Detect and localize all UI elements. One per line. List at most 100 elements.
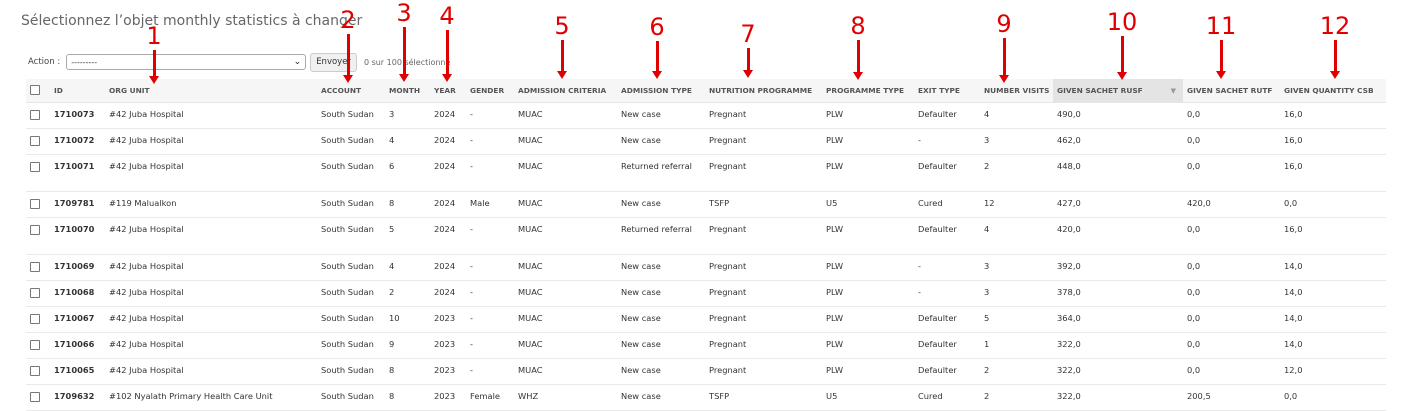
column-header-nutrition-programme[interactable]: NUTRITION PROGRAMME: [705, 79, 822, 103]
annotation-number: 10: [1106, 8, 1138, 36]
account-cell: South Sudan: [317, 358, 385, 385]
table-row: 1710072 #42 Juba Hospital South Sudan 4 2024…: [26, 128, 1386, 155]
number-visits-cell: 12: [980, 191, 1053, 218]
number-visits-cell: 1: [980, 332, 1053, 359]
column-header-year[interactable]: YEAR: [430, 79, 466, 103]
id-link[interactable]: 1710068: [50, 280, 105, 307]
id-link[interactable]: 1710070: [50, 217, 105, 255]
column-header-number-visits[interactable]: NUMBER VISITS: [980, 79, 1053, 103]
programme-type-cell: PLW: [822, 358, 914, 385]
row-checkbox[interactable]: [30, 365, 40, 376]
table-row: 1710069 #42 Juba Hospital South Sudan 4 2024…: [26, 254, 1386, 281]
given-sachet-rutf-cell: 420,0: [1183, 191, 1280, 218]
month-cell: 8: [385, 358, 430, 385]
given-quantity-csb-cell: 12,0: [1280, 358, 1386, 385]
programme-type-cell: PLW: [822, 306, 914, 333]
row-checkbox[interactable]: [30, 391, 40, 402]
table-row: 1709632 #102 Nyalath Primary Health Care …: [26, 384, 1386, 411]
column-header-account[interactable]: ACCOUNT: [317, 79, 385, 103]
admission-type-cell: New case: [617, 358, 705, 385]
id-link[interactable]: 1710065: [50, 358, 105, 385]
table-row: 1710066 #42 Juba Hospital South Sudan 9 2023…: [26, 332, 1386, 359]
action-select[interactable]: --------- ⌄: [66, 54, 307, 70]
given-quantity-csb-cell: 0,0: [1280, 191, 1386, 218]
row-checkbox[interactable]: [30, 313, 40, 324]
row-checkbox[interactable]: [30, 135, 40, 146]
column-header-org-unit[interactable]: ORG UNIT: [105, 79, 317, 103]
row-select-cell: [26, 358, 50, 385]
row-select-cell: [26, 254, 50, 281]
row-select-cell: [26, 102, 50, 129]
programme-type-cell: PLW: [822, 154, 914, 192]
table-row: 1710065 #42 Juba Hospital South Sudan 8 2023…: [26, 358, 1386, 385]
nutrition-programme-cell: Pregnant: [705, 332, 822, 359]
id-link[interactable]: 1710073: [50, 102, 105, 129]
exit-type-cell: Cured: [914, 191, 980, 218]
nutrition-programme-cell: Pregnant: [705, 254, 822, 281]
column-header-gender[interactable]: GENDER: [466, 79, 514, 103]
row-checkbox[interactable]: [30, 224, 40, 235]
select-all-checkbox[interactable]: [30, 84, 40, 95]
org-unit-cell: #119 Malualkon: [105, 191, 317, 218]
column-header-given-quantity-csb[interactable]: GIVEN QUANTITY CSB: [1280, 79, 1386, 103]
programme-type-cell: PLW: [822, 332, 914, 359]
year-cell: 2024: [430, 128, 466, 155]
column-header-exit-type[interactable]: EXIT TYPE: [914, 79, 980, 103]
row-checkbox[interactable]: [30, 287, 40, 298]
given-sachet-rutf-cell: 0,0: [1183, 306, 1280, 333]
select-all-header[interactable]: [26, 79, 50, 103]
given-sachet-rutf-cell: 0,0: [1183, 102, 1280, 129]
admission-criteria-cell: MUAC: [514, 217, 617, 255]
given-sachet-rusf-cell: 490,0: [1053, 102, 1183, 129]
month-cell: 4: [385, 254, 430, 281]
programme-type-cell: PLW: [822, 128, 914, 155]
admission-criteria-cell: MUAC: [514, 102, 617, 129]
column-header-admission-criteria[interactable]: ADMISSION CRITERIA: [514, 79, 617, 103]
given-sachet-rusf-cell: 322,0: [1053, 332, 1183, 359]
id-link[interactable]: 1710072: [50, 128, 105, 155]
go-button[interactable]: Envoyer: [310, 52, 357, 72]
row-checkbox[interactable]: [30, 261, 40, 272]
id-link[interactable]: 1709781: [50, 191, 105, 218]
id-link[interactable]: 1710066: [50, 332, 105, 359]
month-cell: 5: [385, 217, 430, 255]
nutrition-programme-cell: Pregnant: [705, 128, 822, 155]
action-select-value: ---------: [71, 57, 98, 67]
column-header-id[interactable]: ID: [50, 79, 105, 103]
header-row: ID ORG UNIT ACCOUNT MONTH YEAR GENDER AD…: [26, 79, 1386, 103]
exit-type-cell: Defaulter: [914, 306, 980, 333]
row-select-cell: [26, 154, 50, 192]
row-select-cell: [26, 128, 50, 155]
id-link[interactable]: 1709632: [50, 384, 105, 411]
annotation-number: 4: [439, 2, 455, 30]
row-checkbox[interactable]: [30, 109, 40, 120]
given-sachet-rusf-cell: 427,0: [1053, 191, 1183, 218]
gender-cell: Male: [466, 191, 514, 218]
row-checkbox[interactable]: [30, 161, 40, 172]
id-link[interactable]: 1710067: [50, 306, 105, 333]
column-header-programme-type[interactable]: PROGRAMME TYPE: [822, 79, 914, 103]
org-unit-cell: #42 Juba Hospital: [105, 280, 317, 307]
given-quantity-csb-cell: 16,0: [1280, 217, 1386, 255]
column-header-admission-type[interactable]: ADMISSION TYPE: [617, 79, 705, 103]
column-header-given-sachet-rusf[interactable]: GIVEN SACHET RUSF ▼: [1053, 79, 1183, 103]
row-select-cell: [26, 191, 50, 218]
id-link[interactable]: 1710071: [50, 154, 105, 192]
annotation-number: 8: [850, 12, 866, 40]
admission-criteria-cell: MUAC: [514, 358, 617, 385]
id-link[interactable]: 1710069: [50, 254, 105, 281]
row-checkbox[interactable]: [30, 339, 40, 350]
org-unit-cell: #102 Nyalath Primary Health Care Unit: [105, 384, 317, 411]
gender-cell: -: [466, 217, 514, 255]
year-cell: 2023: [430, 384, 466, 411]
row-select-cell: [26, 332, 50, 359]
column-header-given-sachet-rutf[interactable]: GIVEN SACHET RUTF: [1183, 79, 1280, 103]
number-visits-cell: 3: [980, 128, 1053, 155]
column-header-month[interactable]: MONTH: [385, 79, 430, 103]
gender-cell: -: [466, 128, 514, 155]
account-cell: South Sudan: [317, 384, 385, 411]
admission-type-cell: New case: [617, 332, 705, 359]
given-sachet-rusf-cell: 322,0: [1053, 358, 1183, 385]
sort-descending-icon[interactable]: ▼: [1171, 87, 1176, 95]
row-checkbox[interactable]: [30, 198, 40, 209]
